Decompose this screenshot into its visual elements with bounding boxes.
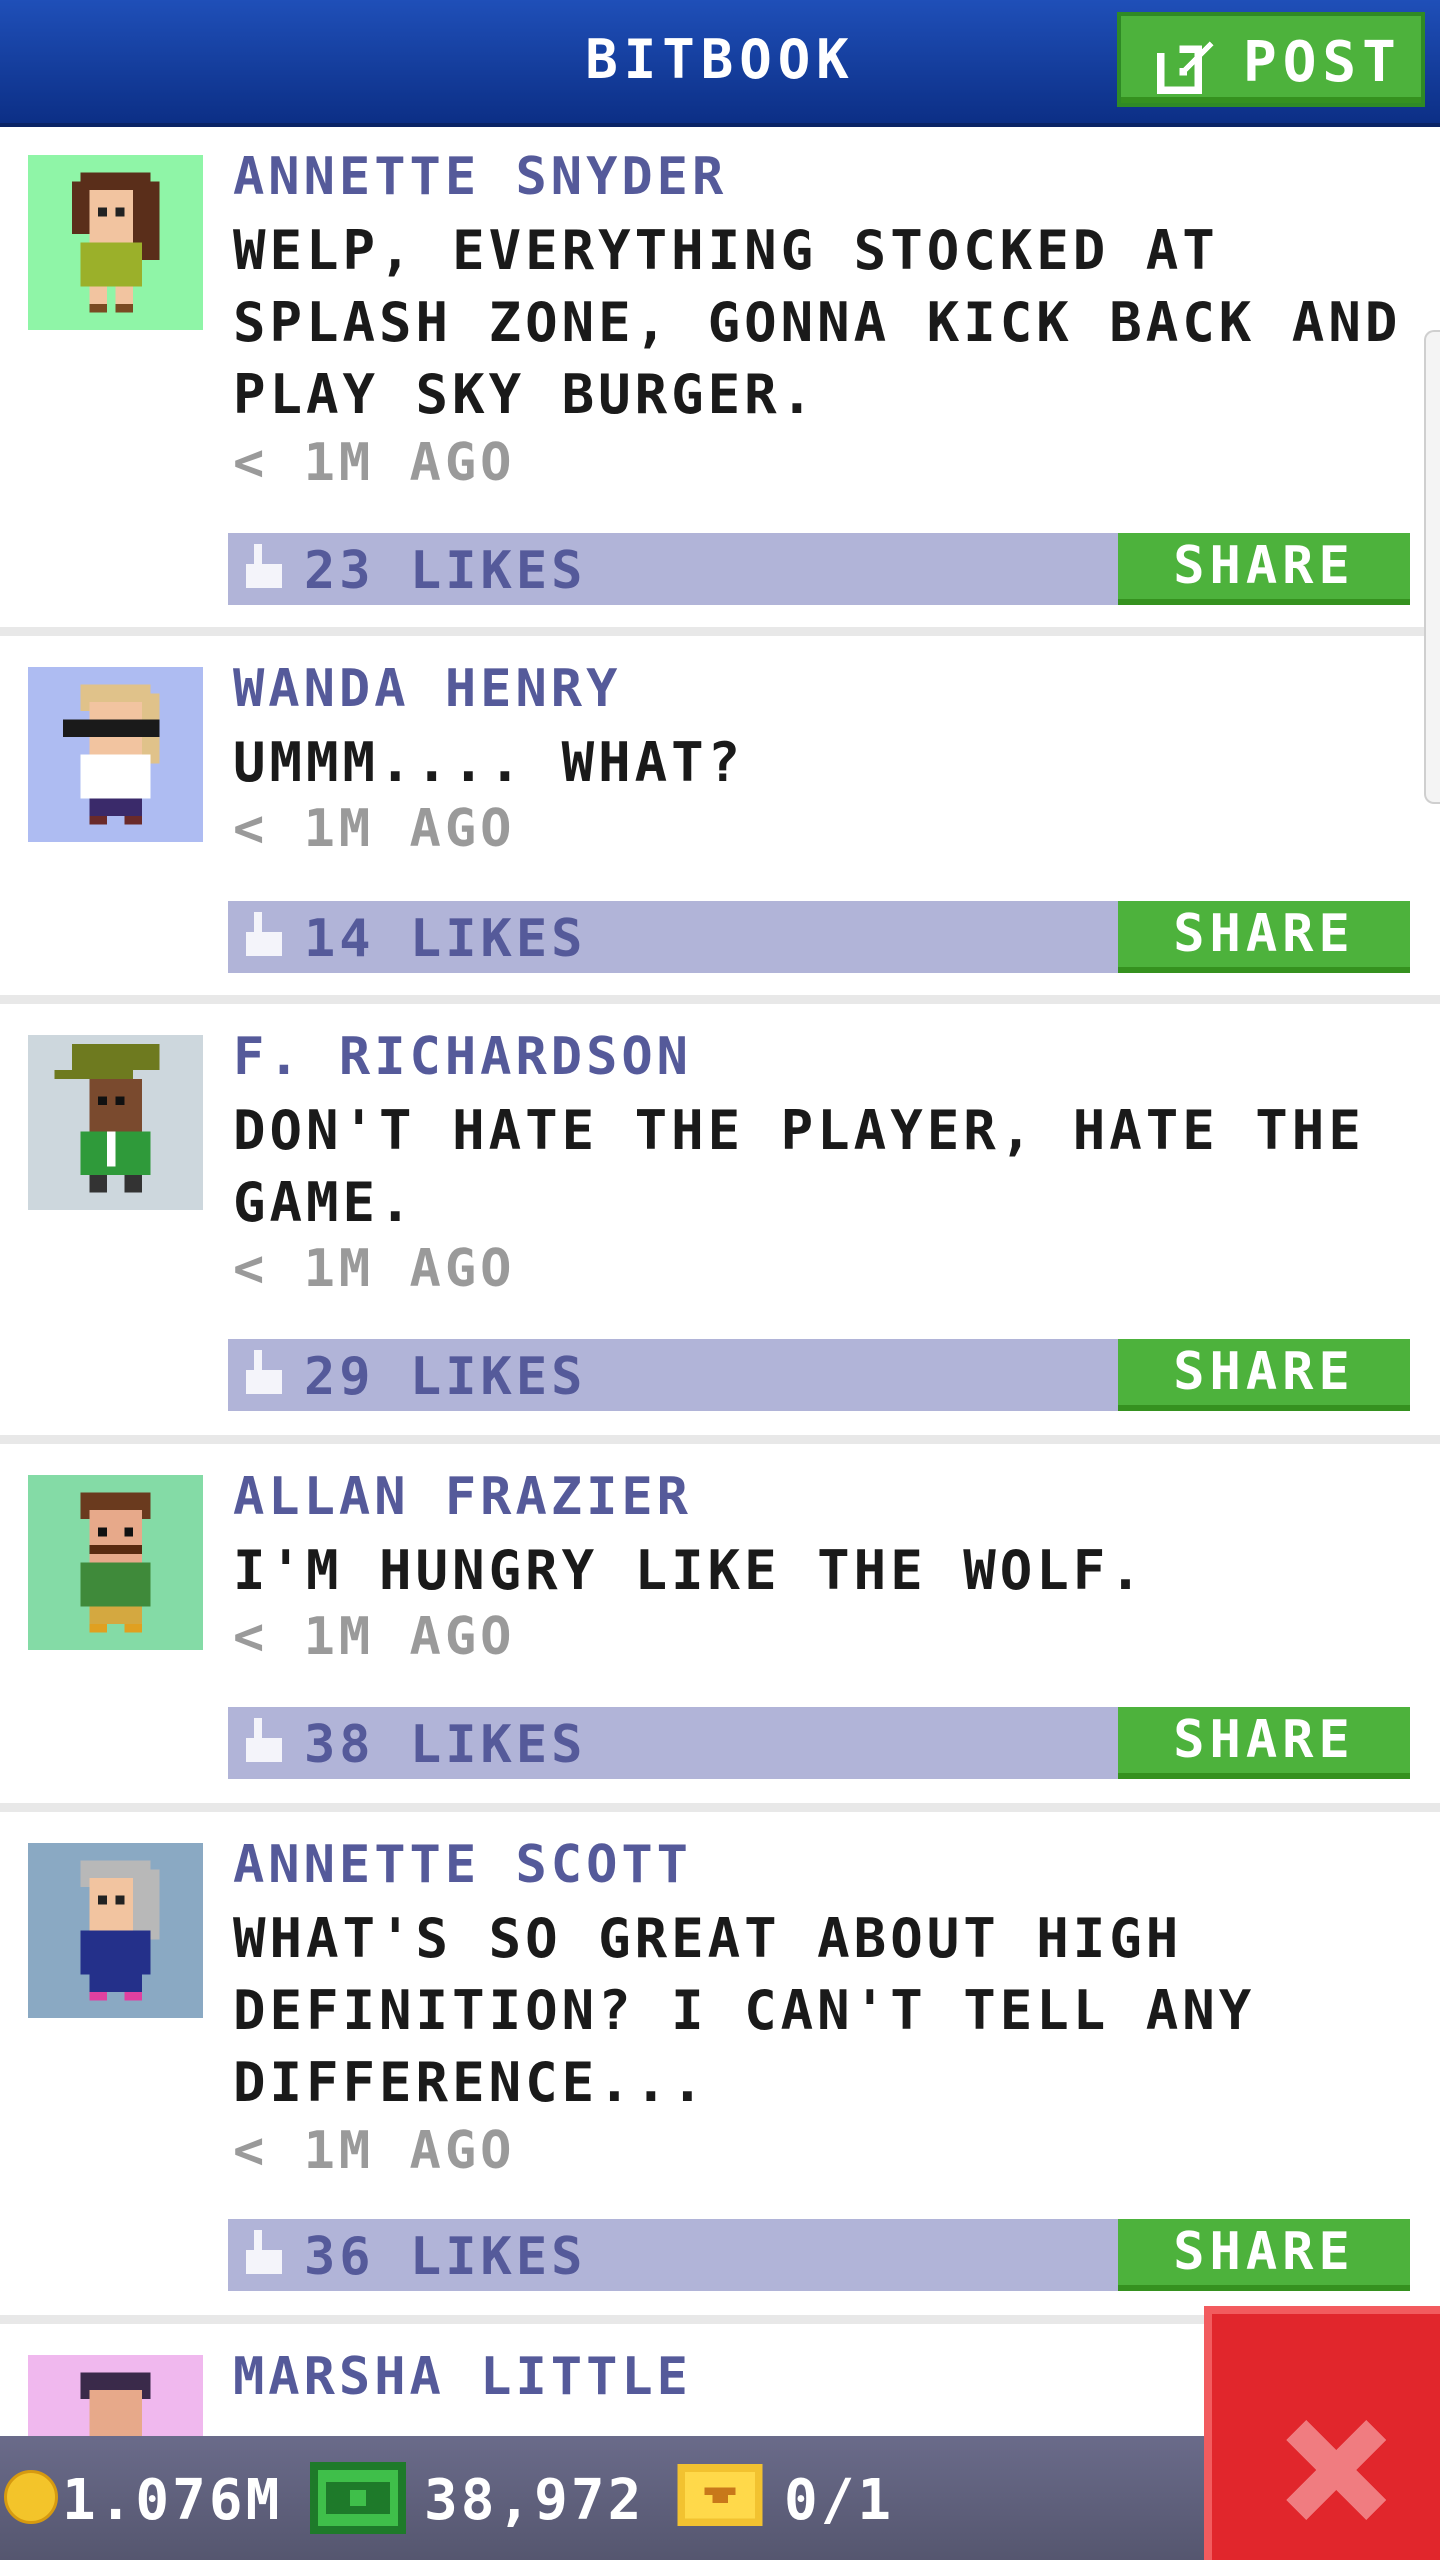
avatar[interactable] xyxy=(28,155,203,330)
vip-value: 0/1 xyxy=(784,2468,895,2533)
post-message: DON'T HATE THE PLAYER, HATE THE GAME. xyxy=(233,1099,1365,1234)
likes-count: 14 LIKES xyxy=(304,909,587,969)
bux-icon xyxy=(310,2462,406,2534)
post-time: < 1M AGO xyxy=(233,1239,516,1299)
post-message: I'M HUNGRY LIKE THE WOLF. xyxy=(233,1539,1146,1602)
like-bar: 14 LIKES SHARE xyxy=(228,901,1410,973)
compose-icon xyxy=(1157,41,1214,94)
post-time: < 1M AGO xyxy=(233,2121,516,2181)
post-author: ANNETTE SCOTT xyxy=(233,1835,692,1895)
bux-value: 38,972 xyxy=(424,2468,645,2533)
avatar[interactable] xyxy=(28,1475,203,1650)
share-button[interactable]: SHARE xyxy=(1118,533,1410,605)
post-button[interactable]: POST xyxy=(1117,12,1425,107)
likes-count: 23 LIKES xyxy=(304,541,587,601)
like-bar: 38 LIKES SHARE xyxy=(228,1707,1410,1779)
divider xyxy=(0,627,1440,636)
scrollbar[interactable] xyxy=(1424,330,1440,804)
close-icon xyxy=(1286,2420,1386,2520)
app-header: BITBOOK POST xyxy=(0,0,1440,127)
avatar[interactable] xyxy=(28,1843,203,2018)
divider xyxy=(0,995,1440,1004)
like-bar: 29 LIKES SHARE xyxy=(228,1339,1410,1411)
thumbs-up-icon xyxy=(246,2230,282,2274)
like-bar: 23 LIKES SHARE xyxy=(228,533,1410,605)
share-button[interactable]: SHARE xyxy=(1118,1339,1410,1411)
post-message: WHAT'S SO GREAT ABOUT HIGH DEFINITION? I… xyxy=(233,1907,1256,2114)
post-button-label: POST xyxy=(1243,30,1402,95)
avatar[interactable] xyxy=(28,667,203,842)
coins-value: 1.076M xyxy=(62,2468,283,2533)
share-button[interactable]: SHARE xyxy=(1118,1707,1410,1779)
post-time: < 1M AGO xyxy=(233,799,516,859)
thumbs-up-icon xyxy=(246,1718,282,1762)
post-message: UMMM.... WHAT? xyxy=(233,731,745,794)
share-button[interactable]: SHARE xyxy=(1118,901,1410,973)
likes-count: 38 LIKES xyxy=(304,1715,587,1775)
vip-ticket-icon xyxy=(677,2464,763,2526)
close-button[interactable] xyxy=(1204,2306,1440,2560)
post-time: < 1M AGO xyxy=(233,1607,516,1667)
share-button[interactable]: SHARE xyxy=(1118,2219,1410,2291)
post-author: ANNETTE SNYDER xyxy=(233,147,728,207)
coin-icon xyxy=(4,2470,58,2524)
thumbs-up-icon xyxy=(246,912,282,956)
post-author: F. RICHARDSON xyxy=(233,1027,692,1087)
like-bar: 36 LIKES SHARE xyxy=(228,2219,1410,2291)
thumbs-up-icon xyxy=(246,1350,282,1394)
thumbs-up-icon xyxy=(246,544,282,588)
post-author: WANDA HENRY xyxy=(233,659,622,719)
post-time: < 1M AGO xyxy=(233,433,516,493)
likes-count: 29 LIKES xyxy=(304,1347,587,1407)
post-author: MARSHA LITTLE xyxy=(233,2347,692,2407)
post-author: ALLAN FRAZIER xyxy=(233,1467,692,1527)
post-message: WELP, EVERYTHING STOCKED AT SPLASH ZONE,… xyxy=(233,219,1402,426)
divider xyxy=(0,1435,1440,1444)
avatar[interactable] xyxy=(28,1035,203,1210)
divider xyxy=(0,1803,1440,1812)
likes-count: 36 LIKES xyxy=(304,2227,587,2287)
